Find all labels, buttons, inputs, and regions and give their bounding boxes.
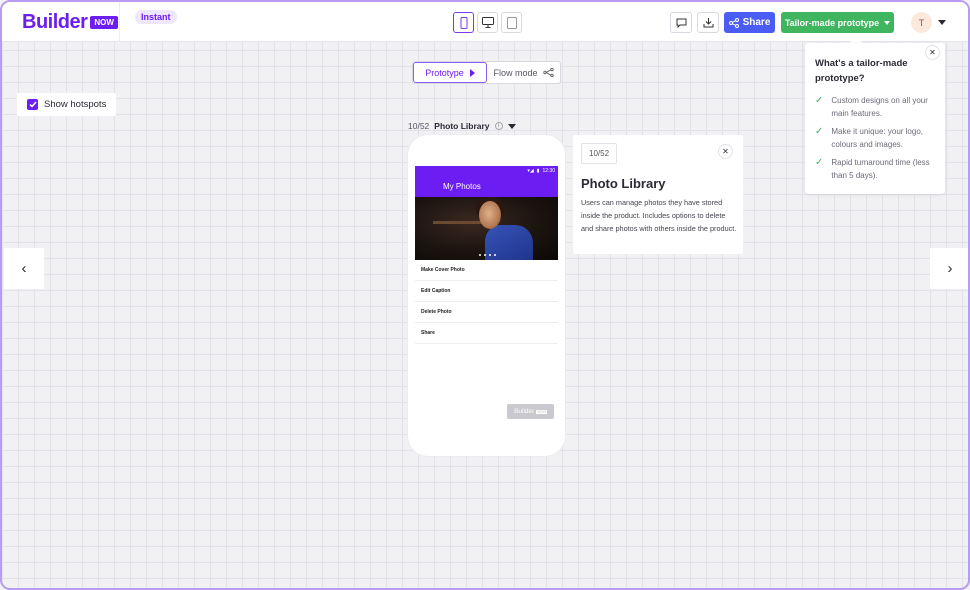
screen-detail-card: 10/52 ✕ Photo Library Users can manage p…	[573, 135, 743, 254]
builder-logo[interactable]: Builder NOW	[22, 11, 118, 34]
carousel-dot[interactable]	[484, 254, 486, 256]
desktop-view-button[interactable]	[477, 12, 498, 33]
phone-menu-item-make-cover-photo[interactable]: Make Cover Photo	[415, 260, 558, 281]
mobile-view-button[interactable]	[453, 12, 474, 33]
hotspots-label: Show hotspots	[44, 99, 107, 110]
builder-watermark: Builder NOW	[507, 404, 554, 419]
check-icon	[28, 101, 37, 108]
popover-title: What's a tailor-made prototype?	[815, 58, 908, 84]
app-frame: Builder NOW Instant Share Tailor-made pr…	[0, 0, 970, 590]
mobile-icon	[460, 16, 467, 29]
popover-feature-item: ✓ Rapid turnaround time (less than 5 day…	[815, 156, 940, 182]
desktop-icon	[481, 17, 494, 28]
info-icon[interactable]: i	[494, 122, 503, 130]
carousel-dot[interactable]	[489, 254, 491, 256]
top-header: Builder NOW Instant Share Tailor-made pr…	[2, 2, 968, 42]
popover-feature-list: ✓ Custom designs on all your main featur…	[815, 94, 940, 187]
feature-text: Make it unique: your logo, colours and i…	[831, 127, 923, 149]
chevron-right-icon: ›	[947, 260, 953, 277]
phone-mockup: ▾◢ ▮ 12:30 My Photos Make Cover Photo Ed…	[408, 135, 565, 456]
photo-face	[479, 201, 501, 229]
phone-app-bar: My Photos	[415, 175, 558, 197]
chevron-down-icon	[884, 20, 891, 25]
prototype-mode-button[interactable]: Prototype	[413, 62, 487, 83]
previous-screen-button[interactable]: ‹	[4, 248, 44, 289]
download-icon	[703, 18, 713, 28]
logo-badge: NOW	[90, 16, 118, 29]
carousel-dot[interactable]	[494, 254, 496, 256]
comment-button[interactable]	[670, 12, 692, 33]
logo-text: Builder	[22, 11, 88, 33]
next-screen-button[interactable]: ›	[930, 248, 968, 289]
popover-feature-item: ✓ Custom designs on all your main featur…	[815, 94, 940, 120]
user-menu-caret-icon[interactable]	[938, 20, 946, 25]
phone-status-bar: ▾◢ ▮ 12:30	[415, 166, 558, 175]
avatar[interactable]: T	[911, 12, 932, 33]
device-toggle	[453, 12, 522, 33]
header-divider	[119, 2, 120, 42]
share-icon	[728, 17, 739, 28]
battery-icon: ▮	[536, 167, 540, 174]
share-button[interactable]: Share	[724, 12, 775, 33]
phone-menu-item-delete-photo[interactable]: Delete Photo	[415, 302, 558, 323]
screen-name[interactable]: Photo Library	[434, 121, 489, 131]
watermark-text: Builder	[514, 408, 535, 415]
popover-arrow	[849, 36, 863, 43]
phone-menu-item-share[interactable]: Share	[415, 323, 558, 344]
share-label: Share	[742, 17, 771, 28]
hotspots-checkbox[interactable]	[27, 99, 38, 110]
tailor-made-prototype-button[interactable]: Tailor-made prototype	[781, 12, 894, 33]
phone-menu-item-edit-caption[interactable]: Edit Caption	[415, 281, 558, 302]
flow-label: Flow mode	[493, 67, 538, 78]
tailor-label: Tailor-made prototype	[784, 17, 880, 28]
checkmark-icon: ✓	[815, 95, 824, 106]
detail-title: Photo Library	[581, 176, 666, 191]
show-hotspots-toggle[interactable]: Show hotspots	[17, 93, 116, 116]
detail-close-icon[interactable]: ✕	[718, 144, 733, 159]
chevron-left-icon: ‹	[21, 260, 27, 277]
screen-dropdown-caret-icon[interactable]	[507, 123, 516, 129]
instant-badge: Instant	[135, 10, 177, 24]
phone-app-title: My Photos	[443, 181, 481, 191]
flow-icon	[542, 68, 554, 77]
carousel-dots	[479, 254, 496, 256]
popover-feature-item: ✓ Make it unique: your logo, colours and…	[815, 125, 940, 151]
mode-toggle: Prototype Flow mode	[412, 61, 561, 84]
flow-mode-button[interactable]: Flow mode	[487, 62, 560, 83]
detail-count: 10/52	[581, 143, 618, 164]
watermark-badge: NOW	[536, 409, 547, 414]
photo-carousel[interactable]	[415, 197, 558, 260]
checkmark-icon: ✓	[815, 157, 824, 168]
play-icon	[469, 68, 475, 77]
feature-text: Custom designs on all your main features…	[831, 96, 928, 118]
popover-close-icon[interactable]: ✕	[925, 45, 940, 60]
tablet-icon	[506, 16, 517, 29]
prototype-label: Prototype	[425, 67, 464, 78]
tablet-view-button[interactable]	[501, 12, 522, 33]
tailor-made-popover: What's a tailor-made prototype? ✕ ✓ Cust…	[805, 43, 945, 194]
phone-screen: ▾◢ ▮ 12:30 My Photos Make Cover Photo Ed…	[415, 166, 558, 416]
status-time: 12:30	[542, 167, 555, 174]
download-button[interactable]	[697, 12, 719, 33]
screen-count: 10/52	[408, 121, 430, 131]
checkmark-icon: ✓	[815, 126, 824, 137]
comment-icon	[676, 18, 686, 28]
detail-description: Users can manage photos they have stored…	[581, 198, 737, 233]
signal-icon: ▾◢	[527, 167, 534, 174]
screen-label: 10/52 Photo Library i	[408, 121, 516, 131]
carousel-dot[interactable]	[479, 254, 481, 256]
feature-text: Rapid turnaround time (less than 5 days)…	[831, 158, 930, 180]
